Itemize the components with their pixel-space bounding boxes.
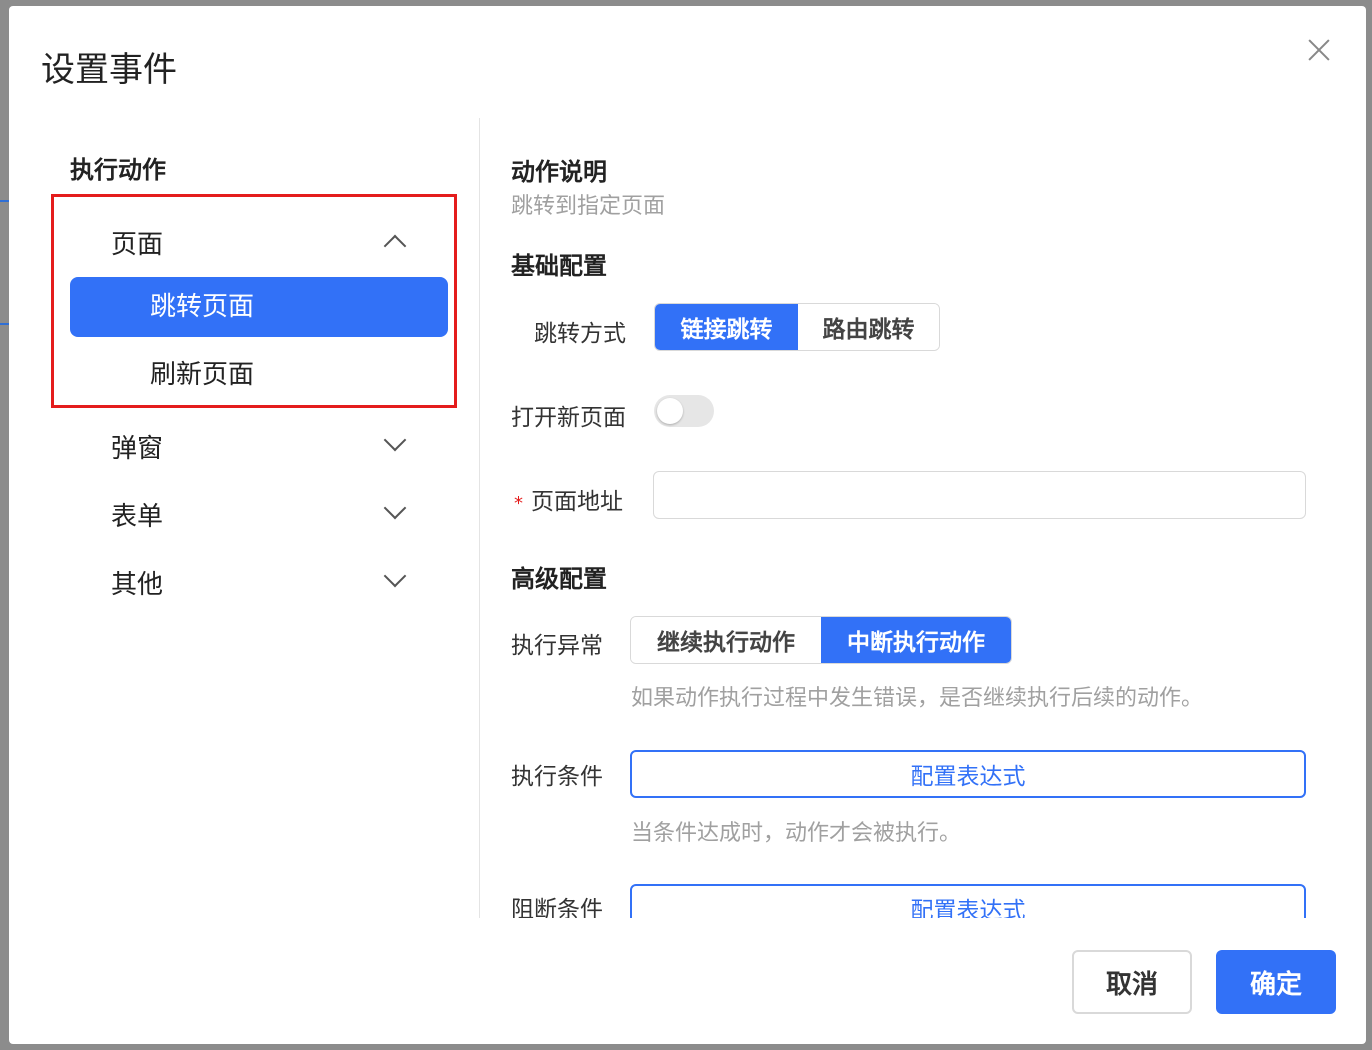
condition-label: 执行条件 xyxy=(511,764,603,790)
jump-mode-link-option[interactable]: 链接跳转 xyxy=(655,304,798,350)
block-condition-label: 阻断条件 xyxy=(511,897,603,918)
exception-stop-option[interactable]: 中断执行动作 xyxy=(821,617,1011,663)
page-url-input[interactable] xyxy=(653,471,1306,519)
event-settings-dialog: 设置事件 执行动作 页面 跳转页面 刷新页面 弹窗 表单 其他 动作说明 跳转到… xyxy=(9,6,1366,1044)
jump-mode-label: 跳转方式 xyxy=(534,321,626,347)
condition-config-button[interactable]: 配置表达式 xyxy=(630,750,1306,798)
group-page[interactable]: 页面 xyxy=(111,224,163,261)
advanced-config-title: 高级配置 xyxy=(511,565,607,593)
menu-item-refresh-page[interactable]: 刷新页面 xyxy=(70,345,448,405)
exception-segmented: 继续执行动作 中断执行动作 xyxy=(630,616,1012,664)
confirm-button[interactable]: 确定 xyxy=(1216,950,1336,1014)
chevron-down-icon[interactable] xyxy=(383,428,407,452)
chevron-down-icon[interactable] xyxy=(383,496,407,520)
basic-config-title: 基础配置 xyxy=(511,252,607,280)
exception-continue-option[interactable]: 继续执行动作 xyxy=(631,617,821,663)
config-scroll-area[interactable]: 动作说明 跳转到指定页面 基础配置 跳转方式 链接跳转 路由跳转 打开新页面 *… xyxy=(480,118,1360,918)
chevron-down-icon[interactable] xyxy=(383,564,407,588)
action-desc: 跳转到指定页面 xyxy=(511,194,666,219)
group-popup[interactable]: 弹窗 xyxy=(111,428,163,465)
page-url-label-text: 页面地址 xyxy=(531,489,623,515)
group-other[interactable]: 其他 xyxy=(111,564,163,601)
required-mark: * xyxy=(514,493,523,514)
menu-item-jump-page[interactable]: 跳转页面 xyxy=(70,277,448,337)
cancel-button[interactable]: 取消 xyxy=(1072,950,1192,1014)
group-form[interactable]: 表单 xyxy=(111,496,163,533)
open-new-page-toggle[interactable] xyxy=(654,395,714,427)
condition-hint: 当条件达成时，动作才会被执行。 xyxy=(631,821,962,846)
jump-mode-route-option[interactable]: 路由跳转 xyxy=(798,304,939,350)
action-desc-title: 动作说明 xyxy=(511,158,607,186)
jump-mode-segmented: 链接跳转 路由跳转 xyxy=(654,303,940,351)
open-new-page-label: 打开新页面 xyxy=(511,405,626,431)
page-url-label: * 页面地址 xyxy=(514,482,623,516)
close-icon[interactable] xyxy=(1305,36,1333,64)
exception-label: 执行异常 xyxy=(511,633,603,659)
action-list-title: 执行动作 xyxy=(70,156,166,184)
exception-hint: 如果动作执行过程中发生错误，是否继续执行后续的动作。 xyxy=(631,686,1204,711)
block-condition-config-button[interactable]: 配置表达式 xyxy=(630,884,1306,918)
toggle-knob xyxy=(657,398,683,424)
dialog-title: 设置事件 xyxy=(41,50,177,90)
